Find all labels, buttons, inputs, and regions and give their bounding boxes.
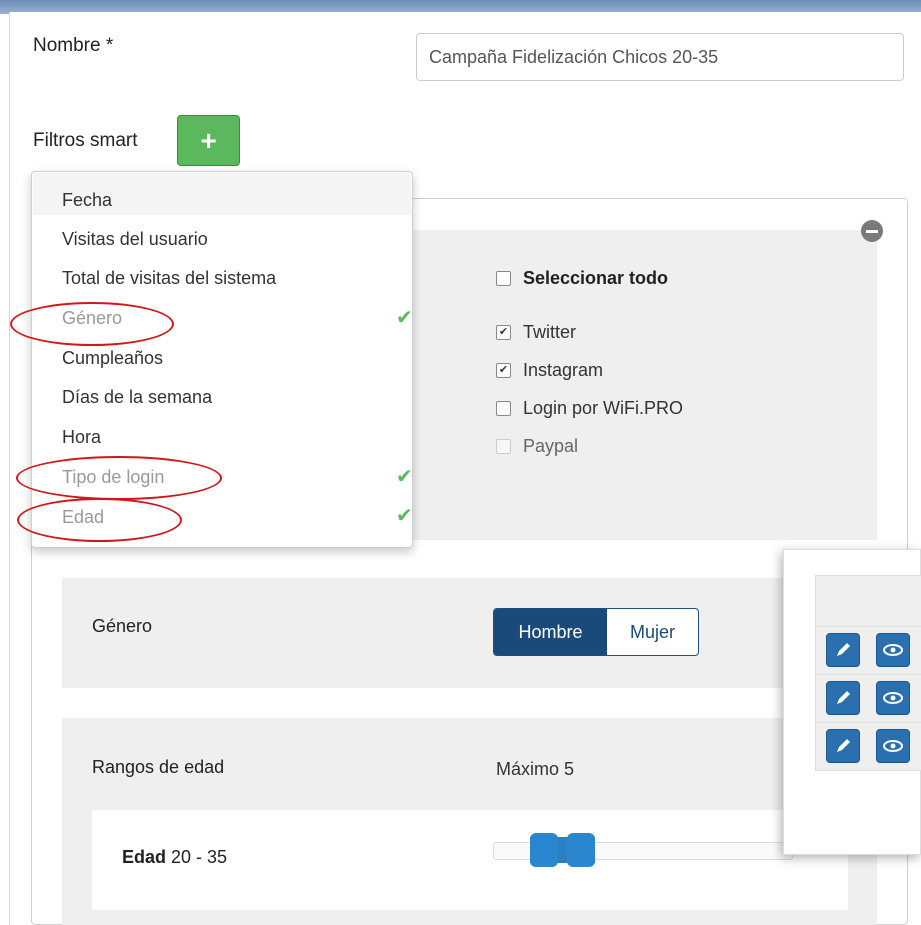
plus-icon: + bbox=[200, 124, 217, 156]
twitter-checkbox[interactable]: ✔ bbox=[496, 325, 511, 340]
pencil-icon[interactable] bbox=[826, 729, 860, 763]
check-icon: ✔ bbox=[396, 307, 413, 329]
name-label: Nombre * bbox=[33, 35, 114, 56]
table-row bbox=[815, 627, 921, 675]
pencil-icon[interactable] bbox=[826, 681, 860, 715]
login-option-wifipro[interactable]: Login por WiFi.PRO bbox=[496, 398, 683, 419]
highlight-circle-tipo-login bbox=[16, 456, 222, 500]
eye-icon[interactable] bbox=[876, 729, 910, 763]
login-option-twitter[interactable]: ✔ Twitter bbox=[496, 322, 576, 343]
dropdown-item-dias-semana[interactable]: Días de la semana bbox=[62, 387, 212, 408]
age-slider-min-handle[interactable] bbox=[530, 833, 558, 867]
age-range-value: 20 - 35 bbox=[171, 847, 228, 867]
age-max-note: Máximo 5 bbox=[496, 759, 575, 779]
remove-filter-icon[interactable] bbox=[861, 220, 883, 242]
gender-option-hombre[interactable]: Hombre bbox=[494, 609, 607, 655]
login-option-label: Login por WiFi.PRO bbox=[523, 398, 684, 418]
check-icon: ✔ bbox=[396, 505, 413, 527]
age-range-text: Edad 20 - 35 bbox=[122, 847, 227, 868]
gender-filter-section bbox=[62, 578, 877, 688]
pencil-icon[interactable] bbox=[826, 633, 860, 667]
dropdown-item-visitas-usuario[interactable]: Visitas del usuario bbox=[62, 229, 208, 250]
check-icon: ✔ bbox=[396, 466, 413, 488]
filters-label: Filtros smart bbox=[33, 130, 138, 151]
login-option-label: Paypal bbox=[523, 436, 579, 456]
name-input[interactable] bbox=[416, 33, 904, 81]
login-option-paypal: Paypal bbox=[496, 436, 578, 457]
select-all-label: Seleccionar todo bbox=[523, 268, 669, 288]
login-option-label: Twitter bbox=[523, 322, 577, 342]
instagram-checkbox[interactable]: ✔ bbox=[496, 363, 511, 378]
age-slider-max-handle[interactable] bbox=[567, 833, 595, 867]
table-row bbox=[815, 675, 921, 723]
login-option-instagram[interactable]: ✔ Instagram bbox=[496, 360, 603, 381]
paypal-checkbox bbox=[496, 439, 511, 454]
login-option-label: Instagram bbox=[523, 360, 604, 380]
wifipro-checkbox[interactable] bbox=[496, 401, 511, 416]
highlight-circle-genero bbox=[10, 302, 174, 346]
dropdown-item-cumpleanos[interactable]: Cumpleaños bbox=[62, 348, 163, 369]
gender-filter-label: Género bbox=[92, 616, 153, 636]
age-range-label: Edad bbox=[122, 847, 167, 867]
select-all-row[interactable]: Seleccionar todo bbox=[496, 268, 668, 289]
dropdown-item-fecha[interactable]: Fecha bbox=[62, 190, 112, 211]
eye-icon[interactable] bbox=[876, 681, 910, 715]
add-filter-button[interactable]: + bbox=[177, 115, 240, 166]
table-header bbox=[815, 575, 921, 627]
dropdown-item-hora[interactable]: Hora bbox=[62, 427, 101, 448]
eye-icon[interactable] bbox=[876, 633, 910, 667]
highlight-circle-edad bbox=[17, 498, 182, 542]
gender-toggle[interactable]: Hombre Mujer bbox=[493, 608, 699, 656]
select-all-checkbox[interactable] bbox=[496, 271, 511, 286]
table-row bbox=[815, 723, 921, 771]
gender-option-mujer[interactable]: Mujer bbox=[607, 609, 698, 655]
dropdown-item-total-visitas[interactable]: Total de visitas del sistema bbox=[62, 268, 276, 289]
age-filter-label: Rangos de edad bbox=[92, 757, 225, 777]
